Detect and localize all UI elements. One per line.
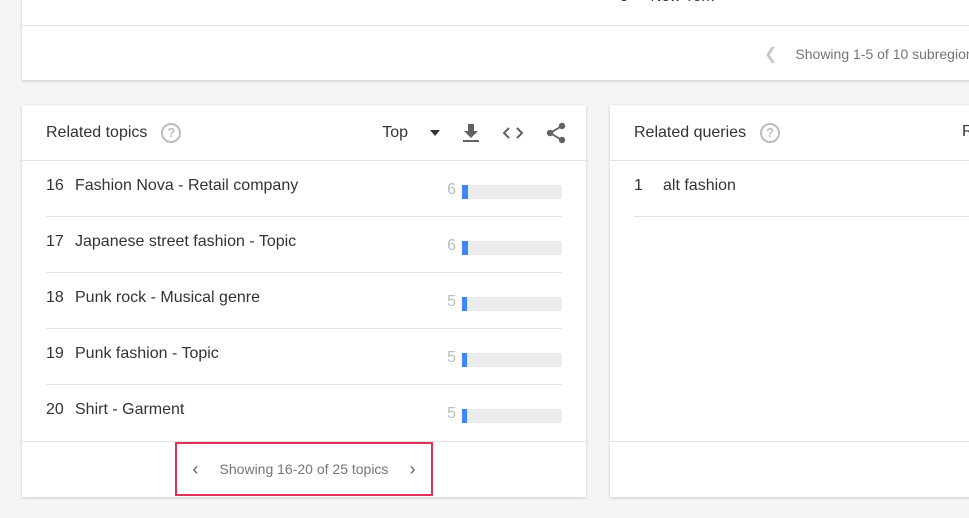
topics-list: 16 Fashion Nova - Retail company 6 17 Ja… bbox=[22, 161, 586, 441]
row-value: 6 bbox=[447, 181, 456, 198]
row-label[interactable]: alt fashion bbox=[663, 177, 736, 195]
row-label: New York bbox=[651, 0, 714, 5]
list-item[interactable]: 20 Shirt - Garment 5 bbox=[46, 385, 562, 441]
value-bar bbox=[462, 297, 562, 311]
download-icon[interactable] bbox=[462, 123, 480, 143]
row-rank: 17 bbox=[46, 233, 64, 250]
chevron-left-icon[interactable]: ‹ bbox=[186, 459, 206, 480]
card-footer: ‹ Showing 16-20 of 25 topics › bbox=[22, 441, 586, 497]
share-icon[interactable] bbox=[546, 122, 566, 144]
value-bar bbox=[462, 409, 562, 423]
help-icon[interactable]: ? bbox=[760, 122, 781, 143]
list-item[interactable]: 17 Japanese street fashion - Topic 6 bbox=[46, 217, 562, 273]
query-filter-select[interactable]: R bbox=[962, 123, 969, 141]
value-bar bbox=[462, 241, 562, 255]
help-icon[interactable]: ? bbox=[161, 122, 182, 143]
row-rank: 5 bbox=[620, 0, 628, 5]
list-item[interactable]: 5 New York bbox=[620, 0, 732, 5]
row-label[interactable]: Punk rock - Musical genre bbox=[75, 289, 260, 307]
list-item[interactable]: 19 Punk fashion - Topic 5 bbox=[46, 329, 562, 385]
chevron-right-icon[interactable]: › bbox=[402, 459, 422, 480]
pager-text: Showing 16-20 of 25 topics bbox=[219, 461, 389, 477]
value-bar-fill bbox=[462, 409, 467, 423]
subregion-pager: ❮ Showing 1-5 of 10 subregions bbox=[764, 44, 969, 64]
list-item[interactable]: 1 alt fashion bbox=[634, 161, 969, 217]
row-value: 5 bbox=[447, 405, 456, 422]
value-bar-fill bbox=[462, 353, 467, 367]
row-rank: 20 bbox=[46, 401, 64, 418]
divider bbox=[22, 25, 969, 26]
embed-code-icon[interactable] bbox=[502, 126, 524, 140]
row-value: 6 bbox=[447, 237, 456, 254]
card-footer bbox=[610, 441, 969, 497]
queries-list: 1 alt fashion bbox=[610, 161, 969, 217]
card-header: Related queries ? R bbox=[610, 105, 969, 161]
topic-filter-select[interactable]: Top bbox=[382, 124, 440, 142]
row-rank: 16 bbox=[46, 177, 64, 194]
card-title: Related topics bbox=[46, 123, 148, 141]
related-topics-card: Related topics ? Top 16 Fashion Nova - R… bbox=[22, 105, 586, 497]
row-rank: 1 bbox=[634, 177, 643, 194]
value-bar-fill bbox=[462, 297, 467, 311]
row-rank: 18 bbox=[46, 289, 64, 306]
value-bar bbox=[462, 353, 562, 367]
pager-text: Showing 1-5 of 10 subregions bbox=[795, 46, 969, 62]
subregion-card: 5 New York ❮ Showing 1-5 of 10 subregion… bbox=[22, 0, 969, 80]
card-header: Related topics ? Top bbox=[22, 105, 586, 161]
card-title: Related queries bbox=[634, 123, 747, 141]
row-label[interactable]: Shirt - Garment bbox=[75, 401, 184, 419]
header-tools: Top bbox=[382, 105, 566, 161]
row-value: 5 bbox=[447, 349, 456, 366]
related-queries-card: Related queries ? R 1 alt fashion bbox=[610, 105, 969, 497]
row-rank: 19 bbox=[46, 345, 64, 362]
select-value: Top bbox=[382, 124, 408, 141]
row-label[interactable]: Punk fashion - Topic bbox=[75, 345, 219, 363]
list-item[interactable]: 18 Punk rock - Musical genre 5 bbox=[46, 273, 562, 329]
chevron-left-icon[interactable]: ❮ bbox=[764, 44, 777, 64]
row-label[interactable]: Fashion Nova - Retail company bbox=[75, 177, 298, 195]
value-bar bbox=[462, 185, 562, 199]
row-value: 5 bbox=[447, 293, 456, 310]
value-bar-fill bbox=[462, 185, 468, 199]
list-item[interactable]: 16 Fashion Nova - Retail company 6 bbox=[46, 161, 562, 217]
caret-down-icon bbox=[430, 130, 440, 136]
row-label[interactable]: Japanese street fashion - Topic bbox=[75, 233, 296, 251]
value-bar-fill bbox=[462, 241, 468, 255]
topics-pager: ‹ Showing 16-20 of 25 topics › bbox=[175, 442, 433, 496]
